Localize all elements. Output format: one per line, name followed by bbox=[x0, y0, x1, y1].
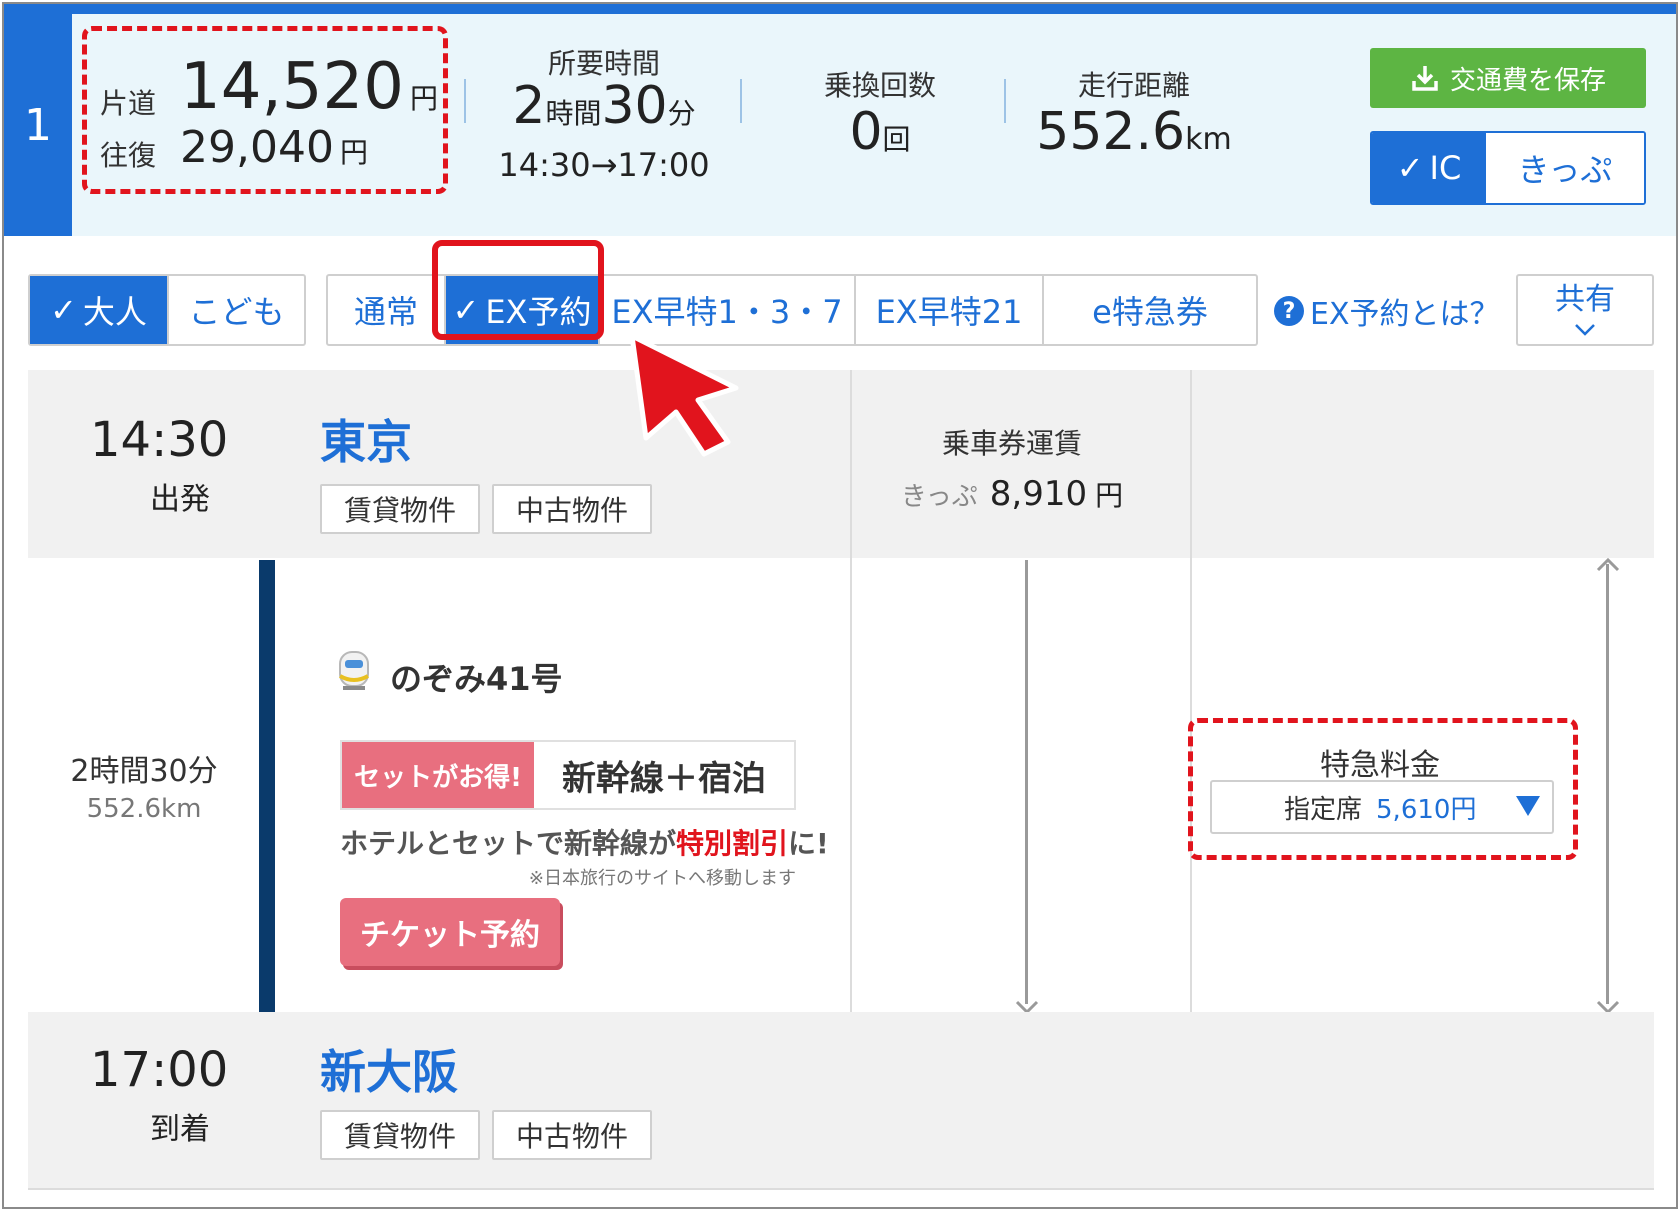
ic-ticket-toggle: ✓ IC きっぷ bbox=[1370, 131, 1646, 205]
ex-help-link[interactable]: ? EX予約とは？ bbox=[1274, 286, 1500, 336]
bottom-divider bbox=[28, 1188, 1654, 1190]
promo-badge: セットがお得! bbox=[342, 742, 534, 808]
used-property-link[interactable]: 中古物件 bbox=[492, 1110, 652, 1160]
seat-type: 指定席 bbox=[1284, 794, 1363, 825]
column-divider bbox=[850, 370, 852, 1012]
chevron-down-icon bbox=[1575, 324, 1595, 336]
hotel-set-banner[interactable]: セットがお得! 新幹線＋宿泊 bbox=[340, 740, 796, 810]
departure-label: 出発 bbox=[150, 482, 210, 517]
segment-duration: 2時間30分 bbox=[70, 754, 218, 789]
route-line bbox=[259, 560, 275, 1012]
download-icon bbox=[1412, 66, 1438, 91]
divider bbox=[1004, 79, 1006, 123]
share-button[interactable]: 共有 bbox=[1516, 274, 1654, 346]
transfers-value: 0回 bbox=[849, 102, 911, 162]
column-divider bbox=[1190, 370, 1192, 1012]
promo-note: ホテルとセットで新幹線が特別割引に! bbox=[340, 827, 829, 860]
question-icon: ? bbox=[1274, 296, 1304, 326]
route-summary: 1 片道 14,520 円 往復 29,040 円 所要時間 2時間30分 14:3… bbox=[4, 4, 1676, 236]
dropdown-caret-icon bbox=[1516, 796, 1540, 816]
distance-value: 552.6km bbox=[1036, 102, 1232, 162]
route-result-card: 1 片道 14,520 円 往復 29,040 円 所要時間 2時間30分 14:3… bbox=[2, 2, 1678, 1209]
ticket-option[interactable]: きっぷ bbox=[1486, 133, 1644, 203]
divider bbox=[464, 79, 466, 123]
passenger-toggle: ✓ 大人 こども bbox=[28, 274, 306, 346]
express-price: 5,610円 bbox=[1376, 794, 1477, 825]
check-icon: ✓ bbox=[50, 291, 77, 329]
express-fare-label: 特急料金 bbox=[1320, 748, 1440, 783]
segment-distance: 552.6km bbox=[86, 794, 202, 824]
distance-label: 走行距離 bbox=[1077, 69, 1190, 102]
roundtrip-label: 往復 bbox=[100, 139, 157, 172]
arrival-label: 到着 bbox=[150, 1112, 210, 1147]
ticket-reserve-button[interactable]: チケット予約 bbox=[340, 898, 560, 966]
seat-type-select[interactable]: 指定席 5,610円 bbox=[1210, 780, 1554, 834]
promo-text: 新幹線＋宿泊 bbox=[534, 742, 794, 808]
arrival-time: 17:00 bbox=[90, 1042, 229, 1098]
adult-option[interactable]: ✓ 大人 bbox=[30, 276, 169, 344]
arrival-station[interactable]: 新大阪 bbox=[320, 1036, 458, 1102]
save-fare-label: 交通費を保存 bbox=[1449, 65, 1606, 96]
ic-option[interactable]: ✓ IC bbox=[1372, 133, 1486, 203]
roundtrip-fare: 29,040 円 bbox=[180, 122, 368, 173]
departure-row bbox=[28, 370, 1654, 558]
departure-station[interactable]: 東京 bbox=[320, 406, 412, 472]
rental-property-link[interactable]: 賃貸物件 bbox=[320, 1110, 480, 1160]
tab-ex-early-21[interactable]: EX早特21 bbox=[856, 276, 1044, 344]
promo-disclaimer: ※日本旅行のサイトへ移動します bbox=[528, 868, 796, 889]
duration-value: 2時間30分 bbox=[512, 76, 696, 136]
divider bbox=[740, 79, 742, 123]
tab-e-express[interactable]: e特急券 bbox=[1044, 276, 1256, 344]
oneway-fare: 14,520 円 bbox=[180, 50, 438, 124]
arrival-row bbox=[28, 1012, 1654, 1188]
tab-normal[interactable]: 通常 bbox=[328, 276, 446, 344]
arrow-up-icon bbox=[1596, 558, 1620, 572]
base-fare-label: 乗車券運賃 bbox=[941, 427, 1082, 460]
fare-span-arrow bbox=[1025, 560, 1028, 1004]
ex-tab-highlight bbox=[432, 240, 604, 340]
express-span-arrow bbox=[1606, 564, 1609, 1004]
used-property-link[interactable]: 中古物件 bbox=[492, 484, 652, 534]
time-range: 14:30→17:00 bbox=[498, 146, 710, 184]
route-number: 1 bbox=[4, 14, 72, 236]
check-icon: ✓ bbox=[1396, 149, 1424, 187]
departure-time: 14:30 bbox=[90, 412, 229, 468]
oneway-label: 片道 bbox=[100, 87, 157, 120]
transfers-label: 乗換回数 bbox=[823, 69, 936, 102]
child-option[interactable]: こども bbox=[169, 276, 304, 344]
pointer-arrow-icon bbox=[629, 333, 739, 457]
train-name: のぞみ41号 bbox=[390, 660, 563, 698]
rental-property-link[interactable]: 賃貸物件 bbox=[320, 484, 480, 534]
base-fare: きっぷ 8,910 円 bbox=[900, 474, 1124, 514]
save-fare-button[interactable]: 交通費を保存 bbox=[1370, 48, 1646, 108]
shinkansen-icon bbox=[339, 651, 369, 690]
